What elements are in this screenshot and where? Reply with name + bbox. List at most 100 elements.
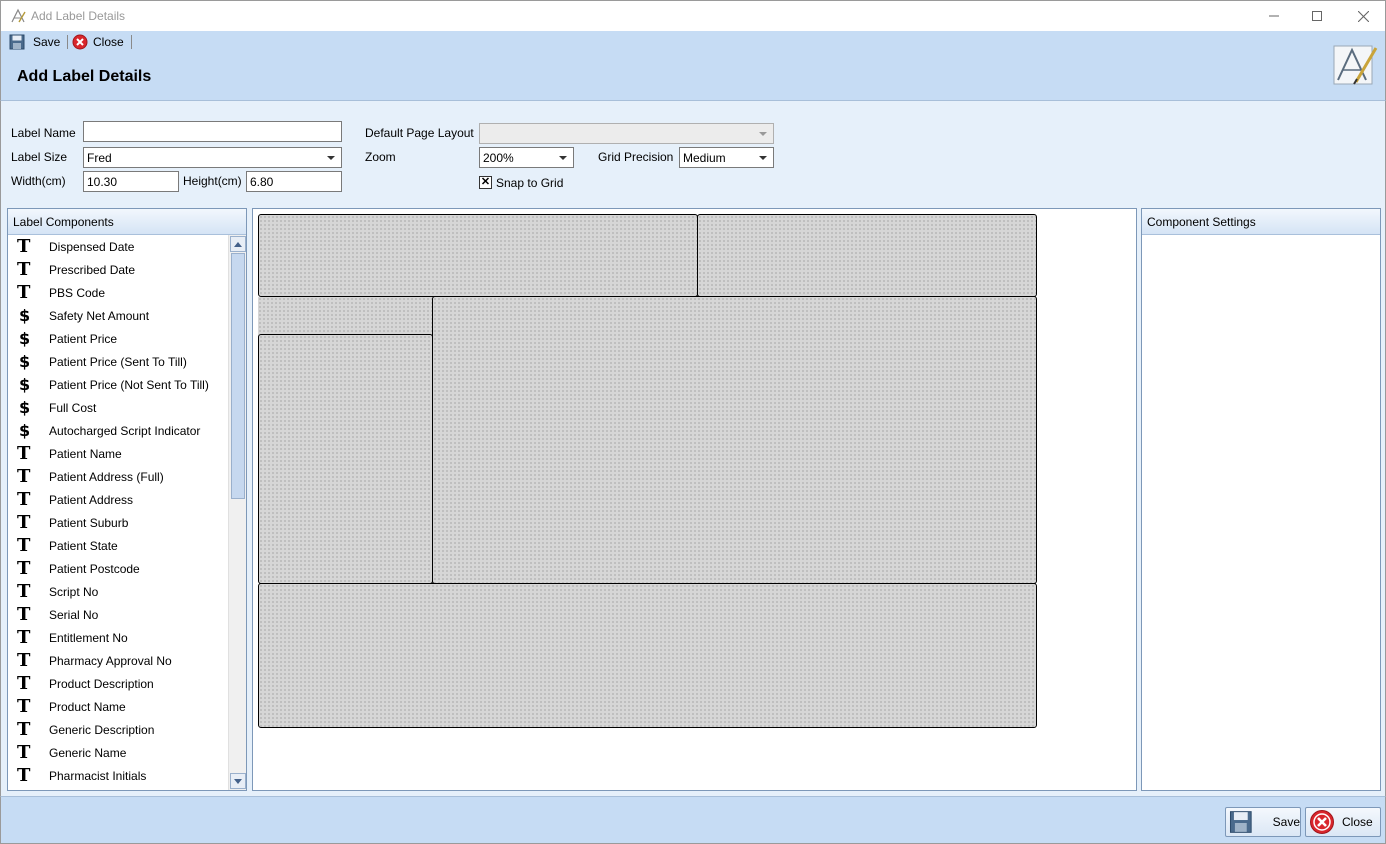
label-name-input[interactable]	[83, 121, 342, 142]
label-area-cell[interactable]	[258, 334, 433, 584]
dollar-icon: $	[19, 328, 31, 348]
list-item[interactable]: T Patient Suburb	[8, 511, 228, 534]
form-area: Label Name Label Size Fred Width(cm) 10.…	[0, 101, 1386, 796]
components-scrollbar[interactable]	[228, 235, 246, 790]
list-item[interactable]: T Patient Postcode	[8, 557, 228, 580]
text-icon: T	[17, 442, 31, 464]
default-page-layout-select[interactable]	[479, 123, 774, 144]
chevron-down-icon	[327, 156, 335, 160]
scroll-thumb[interactable]	[231, 253, 245, 499]
list-item[interactable]: T Entitlement No	[8, 626, 228, 649]
list-item[interactable]: T Patient Address	[8, 488, 228, 511]
close-circle-icon	[1310, 810, 1334, 834]
text-icon: T	[17, 672, 31, 694]
list-item-label: Entitlement No	[49, 630, 128, 645]
list-item-label: Patient Price (Sent To Till)	[49, 354, 187, 369]
text-icon: T	[17, 235, 31, 257]
checkmark-x-icon: ✕	[480, 176, 491, 188]
scroll-up-button[interactable]	[230, 236, 246, 252]
toolbar-separator	[67, 35, 68, 49]
width-value: 10.30	[87, 175, 118, 189]
list-item[interactable]: T Script No	[8, 580, 228, 603]
list-item[interactable]: $ Safety Net Amount	[8, 304, 228, 327]
label-name-label: Label Name	[11, 126, 76, 140]
list-item[interactable]: T Generic Description	[8, 718, 228, 741]
text-icon: T	[17, 626, 31, 648]
list-item[interactable]: $ Autocharged Script Indicator	[8, 419, 228, 442]
snap-to-grid-label[interactable]: Snap to Grid	[496, 176, 563, 190]
text-icon: T	[17, 557, 31, 579]
label-size-select[interactable]: Fred	[83, 147, 342, 168]
snap-to-grid-checkbox[interactable]: ✕	[479, 176, 492, 189]
grid-precision-label: Grid Precision	[598, 150, 674, 164]
list-item[interactable]: $ Full Cost	[8, 396, 228, 419]
list-item[interactable]: T Product Name	[8, 695, 228, 718]
list-item[interactable]: T Dispensed Date	[8, 235, 228, 258]
toolbar-save-label: Save	[33, 35, 61, 49]
label-area-cell[interactable]	[258, 214, 698, 297]
dollar-icon: $	[19, 374, 31, 394]
window-close-button[interactable]	[1340, 1, 1386, 31]
header-band: Save Close Add Label Details	[0, 31, 1386, 101]
text-icon: T	[17, 603, 31, 625]
chevron-down-icon	[759, 132, 767, 136]
label-design-canvas[interactable]	[252, 208, 1137, 791]
save-button[interactable]: Save	[1225, 807, 1301, 837]
footer-bar: Save Close	[0, 796, 1386, 844]
save-button-label: Save	[1272, 815, 1300, 829]
chevron-down-icon	[234, 778, 242, 784]
list-item[interactable]: T Serial No	[8, 603, 228, 626]
label-components-title: Label Components	[8, 209, 246, 235]
toolbar-separator	[131, 35, 132, 49]
list-item-label: Patient Name	[49, 446, 122, 461]
list-item-label: Full Cost	[49, 400, 97, 415]
text-icon: T	[17, 580, 31, 602]
window-title: Add Label Details	[31, 9, 126, 23]
list-item-label: Generic Description	[49, 722, 155, 737]
list-item-label: Serial No	[49, 607, 99, 622]
list-item[interactable]: T Pharmacy Approval No	[8, 649, 228, 672]
height-value: 6.80	[250, 175, 274, 189]
list-item[interactable]: T Patient Name	[8, 442, 228, 465]
width-input[interactable]: 10.30	[83, 171, 179, 192]
list-item[interactable]: $ Patient Price (Sent To Till)	[8, 350, 228, 373]
label-area-cell[interactable]	[258, 583, 1037, 728]
label-area-cell[interactable]	[697, 214, 1037, 297]
list-item[interactable]: T Prescribed Date	[8, 258, 228, 281]
close-button-label: Close	[1342, 815, 1373, 829]
scroll-down-button[interactable]	[230, 773, 246, 789]
zoom-value: 200%	[483, 151, 514, 165]
label-components-panel: Label Components T Dispensed Date T Prescri…	[7, 208, 247, 791]
list-item-label: Dispensed Date	[49, 239, 135, 254]
text-icon: T	[17, 741, 31, 763]
height-input[interactable]: 6.80	[246, 171, 342, 192]
toolbar-save-button[interactable]: Save	[9, 33, 60, 51]
label-area-cell[interactable]	[432, 296, 1037, 584]
list-item[interactable]: T Patient State	[8, 534, 228, 557]
list-item-label: Patient Price (Not Sent To Till)	[49, 377, 209, 392]
maximize-button[interactable]	[1294, 1, 1340, 31]
close-button[interactable]: Close	[1305, 807, 1381, 837]
grid-precision-select[interactable]: Medium	[679, 147, 774, 168]
list-item[interactable]: T Pharmacist Initials	[8, 764, 228, 787]
zoom-select[interactable]: 200%	[479, 147, 574, 168]
list-item[interactable]: T PBS Code	[8, 281, 228, 304]
toolbar-close-button[interactable]: Close	[72, 33, 124, 51]
chevron-down-icon	[559, 156, 567, 160]
chevron-up-icon	[234, 241, 242, 247]
close-x-icon	[1357, 10, 1369, 22]
list-item[interactable]: $ Patient Price	[8, 327, 228, 350]
list-item[interactable]: T Product Description	[8, 672, 228, 695]
text-icon: T	[17, 258, 31, 280]
components-list[interactable]: T Dispensed Date T Prescribed Date T PBS Code…	[8, 235, 228, 790]
list-item-label: Patient Address (Full)	[49, 469, 164, 484]
minimize-icon	[1269, 15, 1279, 17]
list-item[interactable]: $ Patient Price (Not Sent To Till)	[8, 373, 228, 396]
list-item[interactable]: T Patient Address (Full)	[8, 465, 228, 488]
list-item-label: Patient Suburb	[49, 515, 129, 530]
list-item-label: Safety Net Amount	[49, 308, 150, 323]
list-item[interactable]: T Generic Name	[8, 741, 228, 764]
minimize-button[interactable]	[1251, 1, 1297, 31]
text-icon: T	[17, 695, 31, 717]
label-area-cell[interactable]	[258, 297, 434, 337]
